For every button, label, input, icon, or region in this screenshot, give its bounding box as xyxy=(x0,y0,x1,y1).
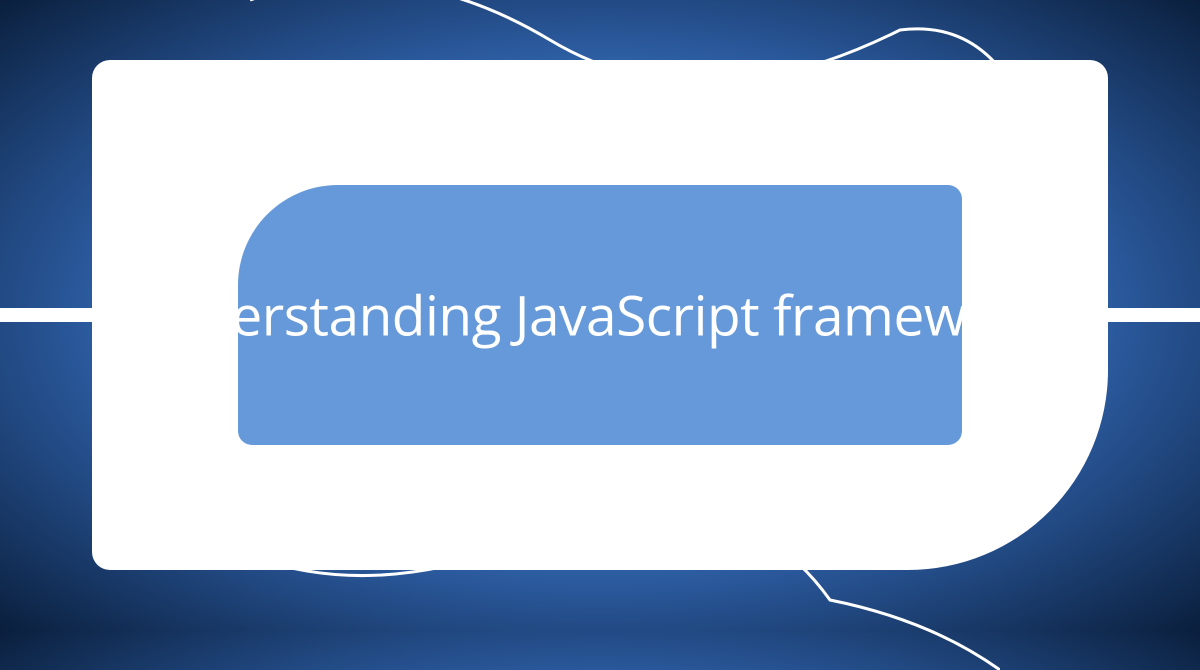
page-title: Understanding JavaScript frameworks xyxy=(125,278,1074,353)
hero-card: Understanding JavaScript frameworks xyxy=(0,0,1200,630)
